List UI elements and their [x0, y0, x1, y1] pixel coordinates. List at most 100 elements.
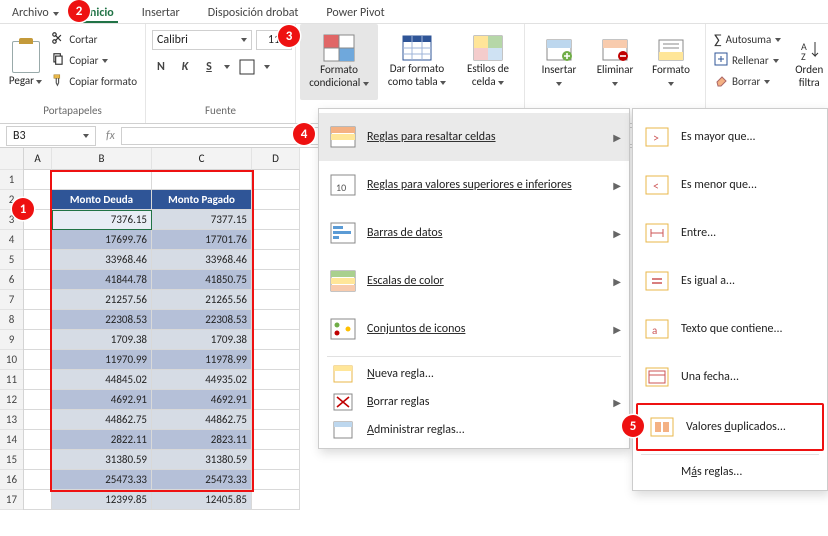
- cell[interactable]: 11978.99: [152, 350, 252, 370]
- cell[interactable]: 33968.46: [52, 250, 152, 270]
- cell[interactable]: [24, 310, 52, 330]
- row-header[interactable]: 4: [0, 230, 23, 250]
- cell[interactable]: [152, 170, 252, 190]
- cell[interactable]: 33968.46: [152, 250, 252, 270]
- cell[interactable]: 25473.33: [152, 470, 252, 490]
- paste-button[interactable]: Pegar: [6, 26, 45, 102]
- cell[interactable]: 44862.75: [152, 410, 252, 430]
- row-header[interactable]: 9: [0, 330, 23, 350]
- cell[interactable]: 21257.56: [52, 290, 152, 310]
- cell[interactable]: 31380.59: [52, 450, 152, 470]
- menu-greater-than[interactable]: > Es mayor que...: [633, 113, 827, 161]
- menu-between[interactable]: Entre...: [633, 209, 827, 257]
- tab-powerpivot[interactable]: Power Pivot: [322, 4, 388, 23]
- row-header[interactable]: 13: [0, 410, 23, 430]
- delete-cells-button[interactable]: Eliminar: [587, 26, 643, 102]
- bold-button[interactable]: N: [152, 58, 170, 76]
- menu-less-than[interactable]: < Es menor que...: [633, 161, 827, 209]
- cell[interactable]: 11970.99: [52, 350, 152, 370]
- col-header[interactable]: B: [52, 148, 152, 170]
- fx-icon[interactable]: fx: [100, 129, 121, 143]
- cell[interactable]: [52, 170, 152, 190]
- row-header[interactable]: 7: [0, 290, 23, 310]
- row-header[interactable]: 11: [0, 370, 23, 390]
- cell[interactable]: 21265.56: [152, 290, 252, 310]
- select-all-corner[interactable]: [0, 148, 23, 170]
- cell[interactable]: 25473.33: [52, 470, 152, 490]
- clear-button[interactable]: Borrar: [712, 72, 783, 91]
- cell[interactable]: [252, 470, 300, 490]
- cell[interactable]: 41850.75: [152, 270, 252, 290]
- cell[interactable]: [24, 410, 52, 430]
- cell[interactable]: 22308.53: [52, 310, 152, 330]
- cell[interactable]: [252, 430, 300, 450]
- fill-button[interactable]: Rellenar: [712, 51, 783, 70]
- menu-text-contains[interactable]: a Texto que contiene...: [633, 305, 827, 353]
- cell[interactable]: [24, 430, 52, 450]
- cell[interactable]: 44862.75: [52, 410, 152, 430]
- conditional-formatting-button[interactable]: Formatocondicional: [300, 24, 378, 100]
- cell[interactable]: [24, 290, 52, 310]
- cell[interactable]: [252, 370, 300, 390]
- border-button[interactable]: [236, 56, 258, 78]
- italic-button[interactable]: K: [176, 58, 194, 76]
- menu-clear-rules[interactable]: Borrar reglas ▶: [319, 388, 629, 416]
- format-as-table-button[interactable]: Dar formatocomo tabla: [378, 24, 456, 100]
- cell[interactable]: [252, 330, 300, 350]
- cell[interactable]: [252, 170, 300, 190]
- cell[interactable]: 44845.02: [52, 370, 152, 390]
- cell[interactable]: [252, 490, 300, 510]
- tab-insertar[interactable]: Insertar: [138, 4, 184, 23]
- menu-new-rule[interactable]: Nueva regla...: [319, 360, 629, 388]
- format-cells-button[interactable]: Formato: [643, 26, 699, 102]
- cell[interactable]: 2823.11: [152, 430, 252, 450]
- row-header[interactable]: 1: [0, 170, 23, 190]
- cell[interactable]: [24, 170, 52, 190]
- menu-color-scales[interactable]: Escalas de color ▶: [319, 257, 629, 305]
- cell[interactable]: 4692.91: [152, 390, 252, 410]
- name-box[interactable]: B3: [6, 126, 96, 146]
- cell[interactable]: [252, 250, 300, 270]
- menu-highlight-rules[interactable]: Reglas para resaltar celdas ▶: [319, 113, 629, 161]
- cell[interactable]: 17701.76: [152, 230, 252, 250]
- col-header[interactable]: C: [152, 148, 252, 170]
- menu-more-rules[interactable]: Más reglas...: [633, 458, 827, 486]
- menu-top-bottom-rules[interactable]: 10 Reglas para valores superiores e infe…: [319, 161, 629, 209]
- cell[interactable]: [24, 270, 52, 290]
- underline-button[interactable]: S: [200, 58, 218, 76]
- cell[interactable]: [24, 470, 52, 490]
- cell[interactable]: 44935.02: [152, 370, 252, 390]
- cell[interactable]: [24, 490, 52, 510]
- row-header[interactable]: 17: [0, 490, 23, 510]
- sort-filter-button[interactable]: AZ Ordenfiltra: [787, 26, 828, 102]
- row-header[interactable]: 15: [0, 450, 23, 470]
- row-header[interactable]: 5: [0, 250, 23, 270]
- cell[interactable]: [252, 230, 300, 250]
- tab-archivo[interactable]: Archivo: [8, 4, 63, 23]
- cell[interactable]: [24, 230, 52, 250]
- menu-data-bars[interactable]: Barras de datos ▶: [319, 209, 629, 257]
- autosum-button[interactable]: ∑Autosuma: [712, 30, 783, 49]
- cell[interactable]: 17699.76: [52, 230, 152, 250]
- cell[interactable]: 7376.15: [52, 210, 152, 230]
- row-header[interactable]: 14: [0, 430, 23, 450]
- cut-button[interactable]: Cortar: [49, 30, 139, 49]
- cell[interactable]: [252, 210, 300, 230]
- cell[interactable]: [252, 450, 300, 470]
- table-header-cell[interactable]: Monto Deuda: [52, 190, 152, 210]
- cell[interactable]: 7377.15: [152, 210, 252, 230]
- cell[interactable]: [24, 330, 52, 350]
- cell[interactable]: [24, 450, 52, 470]
- insert-cells-button[interactable]: Insertar: [531, 26, 587, 102]
- cell[interactable]: [252, 410, 300, 430]
- tab-disposicion[interactable]: Disposición drobat: [204, 4, 303, 23]
- row-header[interactable]: 12: [0, 390, 23, 410]
- cell[interactable]: [252, 190, 300, 210]
- row-header[interactable]: 16: [0, 470, 23, 490]
- cell[interactable]: [24, 370, 52, 390]
- col-header[interactable]: A: [24, 148, 52, 170]
- menu-duplicate-values[interactable]: Valores duplicados...: [636, 403, 824, 451]
- cell[interactable]: 12405.85: [152, 490, 252, 510]
- cell[interactable]: 1709.38: [152, 330, 252, 350]
- menu-manage-rules[interactable]: Administrar reglas...: [319, 416, 629, 444]
